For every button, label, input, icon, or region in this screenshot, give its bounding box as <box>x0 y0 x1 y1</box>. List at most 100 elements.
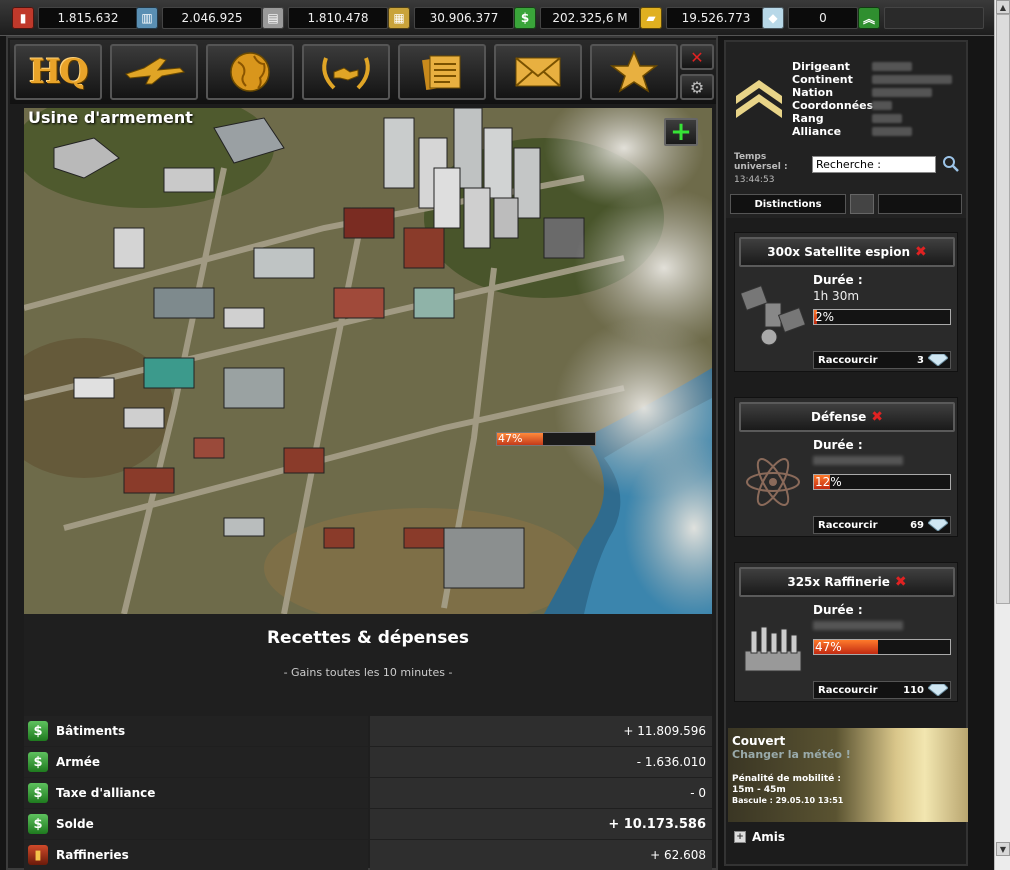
duration-value: 1h 30m <box>813 289 860 303</box>
profile-label: Alliance <box>792 125 842 138</box>
diamond-icon <box>928 519 948 531</box>
finance-label: Raffineries <box>56 848 129 862</box>
search-input[interactable] <box>812 156 936 173</box>
dollar-icon: $ <box>28 814 48 834</box>
redacted-value <box>872 127 912 136</box>
resource-value: 1.815.632 <box>38 7 138 29</box>
ore-icon: ▦ <box>388 7 410 29</box>
finance-row: $ Bâtiments + 11.809.596 <box>24 716 712 746</box>
finance-value: - 1.636.010 <box>370 747 712 777</box>
plane-icon <box>125 57 186 85</box>
diamond-icon <box>928 684 948 696</box>
alliance-button[interactable] <box>302 44 390 100</box>
resource-diamond: ◆ 0 <box>762 6 858 30</box>
universal-time-label: Temps universel : <box>734 152 788 172</box>
shorten-button[interactable]: Raccourcir 69 <box>813 516 951 534</box>
profile-label: Rang <box>792 112 824 125</box>
oil-barrel-icon: ▮ <box>12 7 34 29</box>
profile-tab-extra[interactable] <box>878 194 962 214</box>
construction-progress-bar: 47% <box>496 432 596 446</box>
task-progress-bar: 12% <box>813 474 951 490</box>
distinctions-tab[interactable]: Distinctions <box>730 194 846 214</box>
task-progress-label: 2% <box>815 310 835 324</box>
diamond-icon: ◆ <box>762 7 784 29</box>
military-button[interactable] <box>110 44 198 100</box>
atom-icon <box>741 446 805 518</box>
scroll-down-icon[interactable]: ▼ <box>996 842 1010 856</box>
cancel-task-icon[interactable]: ✖ <box>915 244 927 260</box>
scroll-up-icon[interactable]: ▲ <box>996 0 1010 14</box>
friends-toggle[interactable]: + Amis <box>734 830 785 844</box>
scrollbar-thumb[interactable] <box>996 14 1010 604</box>
reports-button[interactable] <box>398 44 486 100</box>
mobility-penalty: Pénalité de mobilité : 15m - 45m <box>732 774 841 796</box>
search-icon[interactable] <box>942 155 960 173</box>
build-queue-item: Défense ✖ Durée : 12% Raccourcir 69 <box>734 397 958 537</box>
resource-value: 202.325,6 M <box>540 7 640 29</box>
task-title: 325x Raffinerie <box>787 575 890 589</box>
world-map-button[interactable] <box>206 44 294 100</box>
finance-value: + 62.608 <box>370 840 712 870</box>
dollar-icon: $ <box>28 752 48 772</box>
finance-row: ▮ Raffineries + 62.608 <box>24 840 712 870</box>
income-expenses-panel: Recettes & dépenses - Gains toutes les 1… <box>24 614 712 870</box>
task-title: Défense <box>810 410 867 424</box>
cancel-task-icon[interactable]: ✖ <box>895 574 907 590</box>
hq-logo: HQ <box>29 52 89 92</box>
resource-water-tank: ▥ 2.046.925 <box>136 6 262 30</box>
task-progress-bar: 2% <box>813 309 951 325</box>
universal-time-value: 13:44:53 <box>734 175 775 185</box>
diamond-cost: 69 <box>910 519 924 531</box>
documents-icon <box>422 55 461 90</box>
duration-label: Durée : <box>813 438 863 452</box>
profile-labels: Dirigeant Continent Nation Coordonnées Rang A… <box>792 60 873 138</box>
finance-row: $ Solde + 10.173.586 <box>24 809 712 839</box>
rank-up-icon: ︽ <box>858 7 880 29</box>
gold-bar-icon: ▰ <box>640 7 662 29</box>
page-scrollbar[interactable]: ▲ ▼ <box>994 0 1010 870</box>
resource-bar: ▮ 1.815.632 ▥ 2.046.925 ▤ 1.810.478 ▦ 30.906.37… <box>0 0 996 36</box>
shorten-button[interactable]: Raccourcir 110 <box>813 681 951 699</box>
duration-redacted <box>813 456 903 465</box>
task-title: 300x Satellite espion <box>767 245 910 259</box>
task-progress-label: 47% <box>815 640 842 654</box>
redacted-value <box>872 114 902 123</box>
finance-label: Taxe d'alliance <box>56 786 156 800</box>
profile-tab[interactable] <box>850 194 874 214</box>
mobility-penalty-label: Pénalité de mobilité : <box>732 774 841 784</box>
settings-button[interactable]: ⚙ <box>680 74 714 100</box>
add-building-button[interactable]: + <box>664 118 698 146</box>
shorten-label: Raccourcir <box>818 684 878 696</box>
finance-label: Armée <box>56 755 100 769</box>
oil-barrel-icon: ▮ <box>28 845 48 865</box>
construction-progress-label: 47% <box>498 432 523 445</box>
shorten-button[interactable]: Raccourcir 3 <box>813 351 951 369</box>
hq-button[interactable]: HQ <box>14 44 102 100</box>
task-header: Défense ✖ <box>739 402 955 432</box>
profile-label: Nation <box>792 86 834 99</box>
base-map-view[interactable]: Usine d'armement + 47% <box>24 108 712 614</box>
duration-redacted <box>813 621 903 630</box>
main-navigation: HQ ✕ ⚙ <box>10 40 716 104</box>
profile-label: Dirigeant <box>792 60 850 73</box>
alliance-wreath-icon <box>322 57 370 90</box>
duration-label: Durée : <box>813 603 863 617</box>
globe-icon <box>230 52 270 92</box>
resource-ore: ▦ 30.906.377 <box>388 6 514 30</box>
cancel-task-icon[interactable]: ✖ <box>871 409 883 425</box>
messages-button[interactable] <box>494 44 582 100</box>
close-button[interactable]: ✕ <box>680 44 714 70</box>
finance-row: $ Taxe d'alliance - 0 <box>24 778 712 808</box>
main-panel: HQ ✕ ⚙ Usine d'armement + 47% Recettes &… <box>6 36 718 870</box>
finance-subtitle: - Gains toutes les 10 minutes - <box>283 666 453 679</box>
diamond-icon <box>928 354 948 366</box>
rank-progress <box>884 7 984 29</box>
shorten-label: Raccourcir <box>818 354 878 366</box>
change-weather-link[interactable]: Changer la météo ! <box>732 748 851 761</box>
redacted-value <box>872 75 952 84</box>
friends-label: Amis <box>752 830 786 844</box>
resource-rank-up: ︽ <box>858 6 984 30</box>
player-profile: Dirigeant Continent Nation Coordonnées Rang A… <box>726 42 966 218</box>
profile-label: Coordonnées <box>792 99 874 112</box>
ranking-button[interactable] <box>590 44 678 100</box>
